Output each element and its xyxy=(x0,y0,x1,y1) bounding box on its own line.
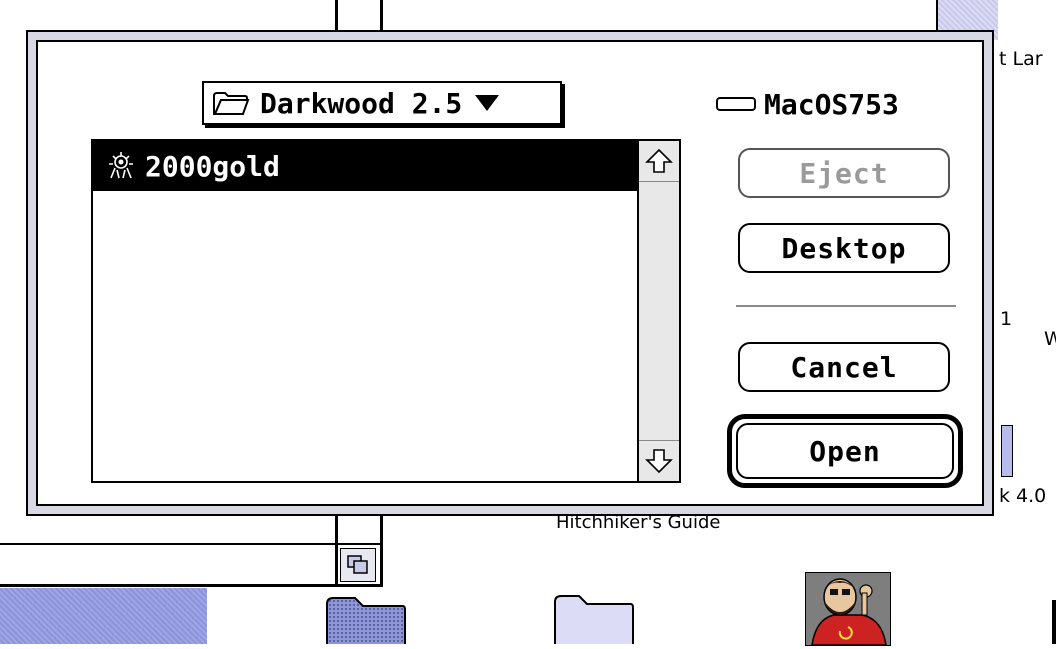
open-button[interactable]: Open xyxy=(736,423,954,479)
desktop-window-edge xyxy=(1052,600,1056,644)
background-window-scroll-edge-lower xyxy=(335,515,338,585)
folder-popup-menu[interactable]: Darkwood 2.5 xyxy=(202,81,562,125)
open-file-dialog: Darkwood 2.5 MacOS753 2000gold Eject Des… xyxy=(26,30,994,516)
file-list-scrollbar[interactable] xyxy=(637,141,679,481)
volume-indicator: MacOS753 xyxy=(716,86,899,122)
cancel-button[interactable]: Cancel xyxy=(738,342,950,392)
triangle-down-icon xyxy=(475,95,500,111)
disk-icon xyxy=(716,97,756,111)
file-name: 2000gold xyxy=(145,149,280,183)
eject-button[interactable]: Eject xyxy=(738,148,950,198)
desktop-button[interactable]: Desktop xyxy=(738,223,950,273)
folder-popup-label: Darkwood 2.5 xyxy=(260,86,463,120)
application-icon xyxy=(109,152,133,179)
file-list[interactable]: 2000gold xyxy=(91,139,681,483)
background-window-bottom-edge xyxy=(0,584,383,587)
dialog-content: Darkwood 2.5 MacOS753 2000gold Eject Des… xyxy=(36,40,984,506)
desktop-label-lower-right: k 4.0 xyxy=(999,485,1047,507)
volume-name: MacOS753 xyxy=(764,87,899,121)
background-window-scrollbar-line xyxy=(0,543,380,545)
desktop-label-middle-1: 1 xyxy=(1000,308,1013,330)
resize-box-icon[interactable] xyxy=(340,548,376,582)
desktop-label-middle-w: W xyxy=(1044,328,1056,350)
scroll-up-arrow-icon[interactable] xyxy=(639,141,679,182)
desktop-icon-partial[interactable] xyxy=(1001,425,1013,477)
folder-icon[interactable] xyxy=(325,596,407,644)
button-separator xyxy=(736,305,956,307)
folder-icon xyxy=(213,92,250,115)
person-portrait-icon[interactable] xyxy=(805,572,891,646)
desktop-pattern-block xyxy=(0,588,207,644)
desktop-label-top-right: t Lar xyxy=(999,48,1043,70)
scroll-down-arrow-icon[interactable] xyxy=(639,440,679,481)
list-item[interactable]: 2000gold xyxy=(93,141,637,191)
folder-icon[interactable] xyxy=(553,592,635,644)
